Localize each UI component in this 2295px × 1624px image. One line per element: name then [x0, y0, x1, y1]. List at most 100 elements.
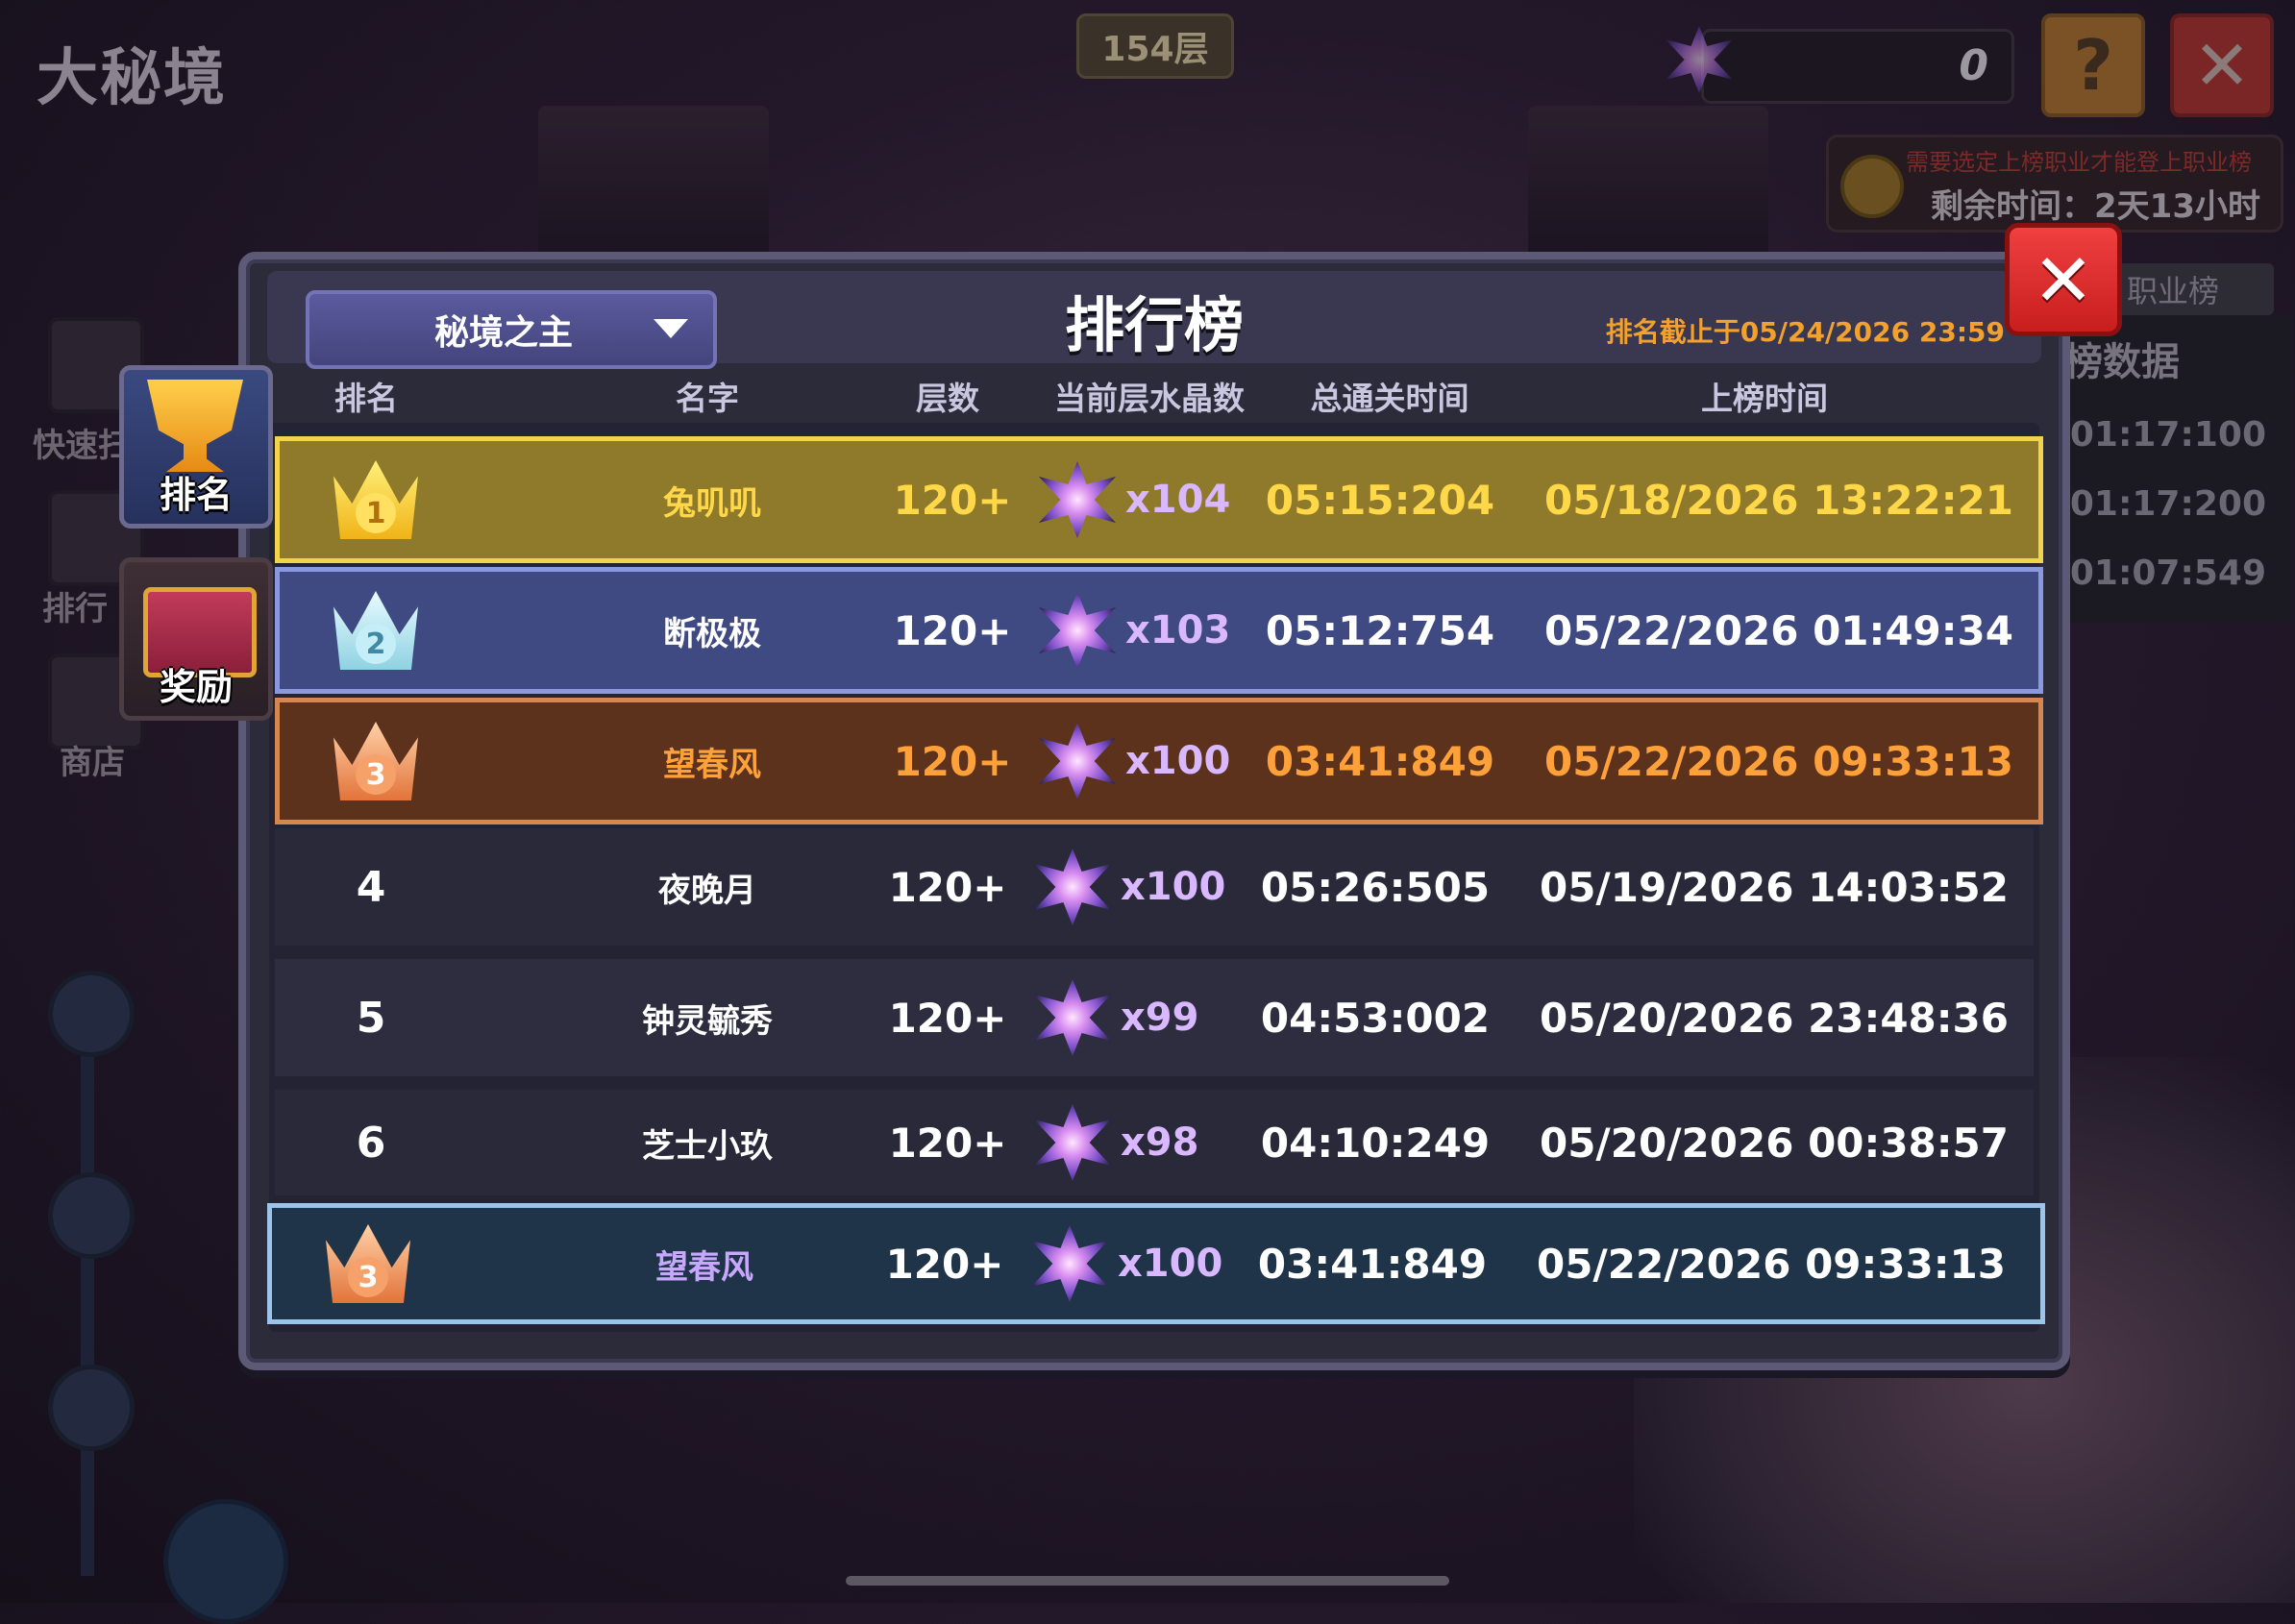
crystal-icon: [1034, 849, 1111, 925]
total-time: 05:12:754: [1265, 606, 1495, 654]
table-row[interactable]: 5 钟灵毓秀 120+ x99 04:53:002 05/20/2026 23:…: [275, 959, 2034, 1076]
column-header-date: 上榜时间: [1701, 380, 1828, 417]
total-time: 03:41:849: [1257, 1240, 1488, 1288]
left-menu-label[interactable]: 排行: [42, 582, 108, 629]
column-header-floor: 层数: [916, 380, 979, 417]
lantern-icon: [48, 1172, 135, 1259]
trophy-icon: [147, 380, 243, 472]
floor-value: 120+: [893, 737, 1012, 785]
help-button[interactable]: ?: [2041, 13, 2145, 117]
crystal-icon: [1666, 26, 1733, 93]
total-time: 04:10:249: [1260, 1119, 1491, 1167]
side-panel-title: 榜数据: [2064, 340, 2180, 384]
ranked-date: 05/20/2026 00:38:57: [1539, 1119, 2010, 1167]
player-name: 钟灵毓秀: [642, 1001, 773, 1041]
tab-ranking[interactable]: 排名: [119, 365, 273, 529]
exit-button[interactable]: ✕: [2170, 13, 2274, 117]
crystal-cell: x100: [1031, 1208, 1243, 1319]
crystal-cell: x104: [1039, 441, 1250, 558]
bronze-crown-icon: 3: [333, 722, 418, 800]
left-menu-label[interactable]: 商店: [60, 736, 125, 783]
crystal-icon: [1034, 1104, 1111, 1181]
crystal-count: x99: [1121, 996, 1199, 1040]
tab-label: 奖励: [159, 666, 233, 708]
total-time: 05:15:204: [1265, 476, 1495, 524]
crystal-cell: x100: [1034, 828, 1246, 946]
background-pillar: [538, 106, 769, 269]
crystal-cell: x99: [1034, 959, 1246, 1076]
ranked-date: 05/22/2026 09:33:13: [1536, 1240, 2007, 1288]
table-row[interactable]: 1 兔叽叽 120+ x104 05:15:204 05/18/2026 13:…: [275, 436, 2043, 563]
gold-crown-icon: 1: [333, 460, 418, 539]
side-time: 01:07:549: [2069, 554, 2266, 593]
background-pillar: [1528, 106, 1768, 269]
side-time: 01:17:200: [2069, 484, 2266, 524]
table-row[interactable]: 4 夜晚月 120+ x100 05:26:505 05/19/2026 14:…: [275, 828, 2034, 946]
left-menu-label[interactable]: 快速扫: [33, 419, 131, 466]
crystal-count: x100: [1118, 1242, 1223, 1286]
rank-number: 1: [356, 493, 396, 533]
floor-badge: 154层: [1076, 13, 1234, 79]
stopwatch-icon: [1840, 155, 1904, 218]
rank-number: 3: [348, 1257, 388, 1297]
crystal-cell: x100: [1039, 702, 1250, 820]
rank-number: 4: [356, 862, 386, 912]
timer-warning: 需要选定上榜职业才能登上职业榜: [1906, 149, 2252, 176]
rank-cell: 3: [272, 1208, 464, 1319]
ranking-deadline: 排名截止于05/24/2026 23:59: [1605, 316, 2005, 348]
crystal-icon: [1039, 723, 1116, 800]
ranked-date: 05/18/2026 13:22:21: [1543, 476, 2014, 524]
remaining-time: 剩余时间：2天13小时: [1931, 187, 2260, 226]
leaderboard-panel: 秘境之主 排行榜 排名截止于05/24/2026 23:59 排名 名字 层数 …: [238, 252, 2070, 1370]
side-time: 01:17:100: [2069, 415, 2266, 455]
player-name: 芝士小玖: [642, 1126, 773, 1166]
ranked-date: 05/22/2026 01:49:34: [1543, 606, 2014, 654]
crystal-icon: [1039, 461, 1116, 538]
tab-label: 排名: [159, 474, 233, 516]
timer-box: 需要选定上榜职业才能登上职业榜 剩余时间：2天13小时: [1826, 135, 2283, 233]
crystal-cell: x103: [1039, 572, 1250, 689]
floor-value: 120+: [885, 1240, 1004, 1288]
bronze-crown-icon: 3: [326, 1224, 410, 1303]
crystal-count: x100: [1121, 865, 1226, 909]
column-header-rank: 排名: [334, 380, 398, 417]
player-name: 望春风: [655, 1247, 753, 1287]
silver-crown-icon: 2: [333, 591, 418, 670]
table-row[interactable]: 6 芝士小玖 120+ x98 04:10:249 05/20/2026 00:…: [275, 1090, 2034, 1195]
ranked-date: 05/20/2026 23:48:36: [1539, 994, 2010, 1042]
home-indicator[interactable]: [846, 1576, 1449, 1586]
floor-value: 120+: [893, 476, 1012, 524]
rank-number: 3: [356, 754, 396, 795]
crystal-icon: [1034, 979, 1111, 1056]
rank-number: 6: [356, 1118, 386, 1168]
ranked-date: 05/22/2026 09:33:13: [1543, 737, 2014, 785]
player-name: 望春风: [663, 745, 761, 784]
crystal-icon: [1039, 592, 1116, 669]
rank-cell: 3: [280, 702, 472, 820]
player-name: 夜晚月: [658, 871, 756, 910]
player-name: 兔叽叽: [663, 483, 761, 523]
tab-rewards[interactable]: 奖励: [119, 557, 273, 721]
floor-value: 120+: [893, 606, 1012, 654]
lantern-icon: [48, 971, 135, 1057]
column-header-name: 名字: [676, 380, 739, 417]
ranked-date: 05/19/2026 14:03:52: [1539, 863, 2010, 911]
crystal-count: x100: [1125, 739, 1231, 783]
column-header-total-time: 总通关时间: [1310, 380, 1469, 417]
lantern-icon: [48, 1365, 135, 1451]
table-row[interactable]: 3 望春风 120+ x100 03:41:849 05/22/2026 09:…: [275, 698, 2043, 824]
crystal-icon: [1031, 1225, 1108, 1302]
rank-cell: 2: [280, 572, 472, 689]
progress-chain: [81, 999, 94, 1576]
dungeon-title: 大秘境: [37, 43, 227, 114]
rank-number: 2: [356, 624, 396, 664]
close-button[interactable]: ✕: [2005, 223, 2122, 336]
map-pin-icon[interactable]: [163, 1499, 288, 1624]
table-row[interactable]: 2 断极极 120+ x103 05:12:754 05/22/2026 01:…: [275, 567, 2043, 694]
floor-value: 120+: [888, 863, 1007, 911]
total-time: 04:53:002: [1260, 994, 1491, 1042]
crystal-count: x103: [1125, 608, 1231, 652]
rank-number: 5: [356, 993, 386, 1043]
floor-value: 120+: [888, 1119, 1007, 1167]
my-rank-row[interactable]: 3 望春风 120+ x100 03:41:849 05/22/2026 09:…: [267, 1203, 2045, 1324]
